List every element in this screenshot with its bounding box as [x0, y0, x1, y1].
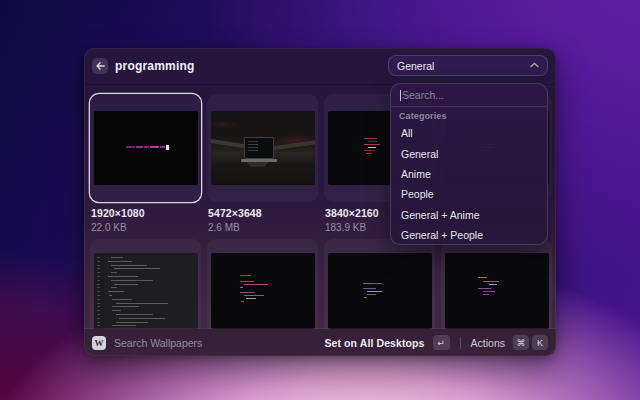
wallpaper-glitch-text[interactable]: 1920×1080 22.0 KB [90, 94, 201, 233]
command-key-icon: ⌘ [513, 335, 529, 350]
wallpaper-laptop-photo[interactable]: 5472×3648 2.6 MB [207, 94, 318, 233]
wallpaper-filesize-label: 22.0 KB [91, 222, 201, 233]
wallpaper-code-2[interactable] [207, 239, 318, 329]
back-button[interactable] [92, 58, 108, 74]
desktop-background: programming General 1920×1080 22.0 KB 5472… [0, 0, 640, 400]
wallpaper-code-editor-image [94, 253, 198, 329]
page-title: programming [115, 59, 195, 73]
dropdown-item-general[interactable]: General [393, 143, 545, 163]
wallpaper-code-3[interactable] [324, 239, 435, 329]
footer-context-label: Search Wallpapers [114, 337, 202, 349]
wallpaper-laptop-photo-image [211, 111, 315, 185]
actions-button[interactable]: Actions [471, 337, 505, 349]
category-select-value: General [397, 60, 434, 72]
wallpaper-code-4[interactable] [441, 239, 552, 329]
k-key-icon: K [532, 335, 548, 350]
category-select[interactable]: General [388, 55, 548, 76]
dropdown-item-people[interactable]: People [393, 184, 545, 204]
wallpaper-code-3-image [328, 253, 432, 329]
wallpaper-code-2-image [211, 253, 315, 329]
text-cursor [400, 90, 401, 101]
wallpaper-search-window: programming General 1920×1080 22.0 KB 5472… [84, 48, 556, 356]
dropdown-item-general-people[interactable]: General + People [393, 225, 545, 245]
chevron-up-icon [530, 61, 539, 70]
back-arrow-icon [96, 62, 105, 70]
footer-divider [460, 337, 461, 349]
wallpaper-filesize-label: 2.6 MB [208, 222, 318, 233]
wallpaper-dimensions-label: 1920×1080 [91, 207, 201, 219]
wallpaper-code-4-image [445, 253, 549, 329]
dropdown-item-anime[interactable]: Anime [393, 164, 545, 184]
set-on-all-desktops-button[interactable]: Set on All Desktops [324, 337, 424, 349]
wallpaper-dimensions-label: 5472×3648 [208, 207, 318, 219]
dropdown-search-placeholder: Search... [402, 89, 444, 101]
dropdown-item-general-anime[interactable]: General + Anime [393, 205, 545, 225]
dropdown-section-label: Categories [391, 107, 547, 123]
wallpaper-code-editor[interactable] [90, 239, 201, 329]
category-dropdown: Search... Categories AllGeneralAnimePeop… [390, 83, 548, 245]
enter-key-icon: ↵ [433, 335, 450, 350]
dropdown-item-all[interactable]: All [393, 123, 545, 143]
wallpaper-extension-icon: W [92, 336, 106, 350]
dropdown-search-input[interactable]: Search... [391, 84, 547, 106]
wallpaper-glitch-text-image [94, 111, 198, 185]
window-header: programming General [84, 48, 556, 85]
footer-bar: W Search Wallpapers Set on All Desktops … [84, 328, 556, 356]
